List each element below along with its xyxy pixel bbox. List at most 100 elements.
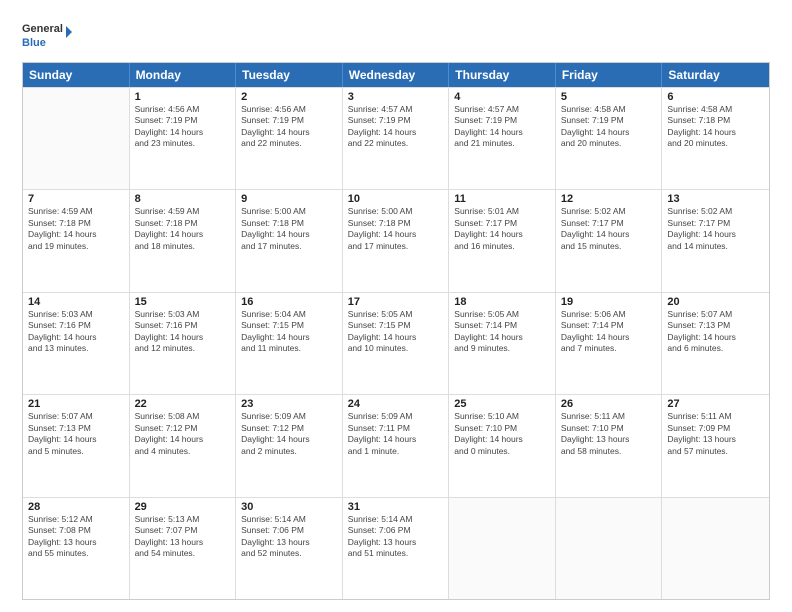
day-number: 23 (241, 398, 337, 410)
calendar-cell: 22Sunrise: 5:08 AM Sunset: 7:12 PM Dayli… (130, 395, 237, 496)
calendar-cell: 27Sunrise: 5:11 AM Sunset: 7:09 PM Dayli… (662, 395, 769, 496)
calendar-cell: 20Sunrise: 5:07 AM Sunset: 7:13 PM Dayli… (662, 293, 769, 394)
calendar-row: 28Sunrise: 5:12 AM Sunset: 7:08 PM Dayli… (23, 497, 769, 599)
day-info: Sunrise: 5:14 AM Sunset: 7:06 PM Dayligh… (241, 514, 337, 560)
day-info: Sunrise: 5:00 AM Sunset: 7:18 PM Dayligh… (241, 206, 337, 252)
calendar-cell: 5Sunrise: 4:58 AM Sunset: 7:19 PM Daylig… (556, 88, 663, 189)
day-number: 10 (348, 193, 444, 205)
day-number: 24 (348, 398, 444, 410)
day-info: Sunrise: 5:06 AM Sunset: 7:14 PM Dayligh… (561, 309, 657, 355)
logo-svg: General Blue (22, 18, 72, 54)
day-number: 15 (135, 296, 231, 308)
day-number: 1 (135, 91, 231, 103)
day-info: Sunrise: 4:56 AM Sunset: 7:19 PM Dayligh… (241, 104, 337, 150)
day-number: 19 (561, 296, 657, 308)
logo: General Blue (22, 18, 72, 54)
day-number: 26 (561, 398, 657, 410)
svg-text:General: General (22, 23, 63, 35)
calendar-cell: 29Sunrise: 5:13 AM Sunset: 7:07 PM Dayli… (130, 498, 237, 599)
day-info: Sunrise: 4:57 AM Sunset: 7:19 PM Dayligh… (454, 104, 550, 150)
day-info: Sunrise: 5:03 AM Sunset: 7:16 PM Dayligh… (28, 309, 124, 355)
day-info: Sunrise: 5:01 AM Sunset: 7:17 PM Dayligh… (454, 206, 550, 252)
calendar-body: 1 Sunrise: 4:56 AM Sunset: 7:19 PM Daylig… (23, 87, 769, 599)
day-number: 12 (561, 193, 657, 205)
day-number: 25 (454, 398, 550, 410)
weekday-header: Saturday (662, 63, 769, 87)
calendar-cell: 31Sunrise: 5:14 AM Sunset: 7:06 PM Dayli… (343, 498, 450, 599)
calendar-cell: 14Sunrise: 5:03 AM Sunset: 7:16 PM Dayli… (23, 293, 130, 394)
day-number: 21 (28, 398, 124, 410)
day-info: Sunrise: 5:03 AM Sunset: 7:16 PM Dayligh… (135, 309, 231, 355)
calendar-cell: 10Sunrise: 5:00 AM Sunset: 7:18 PM Dayli… (343, 190, 450, 291)
day-number: 28 (28, 501, 124, 513)
day-info: Sunrise: 5:13 AM Sunset: 7:07 PM Dayligh… (135, 514, 231, 560)
day-number: 8 (135, 193, 231, 205)
day-info: Sunrise: 5:11 AM Sunset: 7:10 PM Dayligh… (561, 411, 657, 457)
calendar-cell: 13Sunrise: 5:02 AM Sunset: 7:17 PM Dayli… (662, 190, 769, 291)
calendar-cell: 15Sunrise: 5:03 AM Sunset: 7:16 PM Dayli… (130, 293, 237, 394)
day-info: Sunrise: 4:58 AM Sunset: 7:19 PM Dayligh… (561, 104, 657, 150)
calendar-cell: 21Sunrise: 5:07 AM Sunset: 7:13 PM Dayli… (23, 395, 130, 496)
calendar-cell: 17Sunrise: 5:05 AM Sunset: 7:15 PM Dayli… (343, 293, 450, 394)
calendar-row: 14Sunrise: 5:03 AM Sunset: 7:16 PM Dayli… (23, 292, 769, 394)
calendar-cell: 4Sunrise: 4:57 AM Sunset: 7:19 PM Daylig… (449, 88, 556, 189)
day-info: Sunrise: 5:09 AM Sunset: 7:12 PM Dayligh… (241, 411, 337, 457)
weekday-header: Tuesday (236, 63, 343, 87)
day-info: Sunrise: 5:07 AM Sunset: 7:13 PM Dayligh… (667, 309, 764, 355)
calendar-cell (449, 498, 556, 599)
day-number: 17 (348, 296, 444, 308)
day-number: 31 (348, 501, 444, 513)
day-number: 11 (454, 193, 550, 205)
day-number: 13 (667, 193, 764, 205)
day-number: 2 (241, 91, 337, 103)
day-number: 29 (135, 501, 231, 513)
day-number: 18 (454, 296, 550, 308)
day-info: Sunrise: 5:08 AM Sunset: 7:12 PM Dayligh… (135, 411, 231, 457)
day-number: 16 (241, 296, 337, 308)
weekday-header: Monday (130, 63, 237, 87)
calendar-cell: 30Sunrise: 5:14 AM Sunset: 7:06 PM Dayli… (236, 498, 343, 599)
calendar-cell: 18Sunrise: 5:05 AM Sunset: 7:14 PM Dayli… (449, 293, 556, 394)
calendar-cell: 23Sunrise: 5:09 AM Sunset: 7:12 PM Dayli… (236, 395, 343, 496)
day-info: Sunrise: 5:05 AM Sunset: 7:15 PM Dayligh… (348, 309, 444, 355)
day-number: 30 (241, 501, 337, 513)
day-info: Sunrise: 4:59 AM Sunset: 7:18 PM Dayligh… (135, 206, 231, 252)
day-info: Sunrise: 5:07 AM Sunset: 7:13 PM Dayligh… (28, 411, 124, 457)
day-info: Sunrise: 5:02 AM Sunset: 7:17 PM Dayligh… (667, 206, 764, 252)
calendar-cell (662, 498, 769, 599)
calendar-row: 1 Sunrise: 4:56 AM Sunset: 7:19 PM Daylig… (23, 87, 769, 189)
day-number: 6 (667, 91, 764, 103)
weekday-header: Thursday (449, 63, 556, 87)
calendar-cell: 8Sunrise: 4:59 AM Sunset: 7:18 PM Daylig… (130, 190, 237, 291)
svg-text:Blue: Blue (22, 37, 46, 49)
calendar-row: 7Sunrise: 4:59 AM Sunset: 7:18 PM Daylig… (23, 189, 769, 291)
day-info: Sunrise: 5:10 AM Sunset: 7:10 PM Dayligh… (454, 411, 550, 457)
day-number: 14 (28, 296, 124, 308)
calendar-cell (556, 498, 663, 599)
calendar-cell: 24Sunrise: 5:09 AM Sunset: 7:11 PM Dayli… (343, 395, 450, 496)
weekday-header: Sunday (23, 63, 130, 87)
calendar-cell: 26Sunrise: 5:11 AM Sunset: 7:10 PM Dayli… (556, 395, 663, 496)
calendar-cell: 2Sunrise: 4:56 AM Sunset: 7:19 PM Daylig… (236, 88, 343, 189)
day-info: Sunrise: 5:04 AM Sunset: 7:15 PM Dayligh… (241, 309, 337, 355)
day-number: 9 (241, 193, 337, 205)
calendar-row: 21Sunrise: 5:07 AM Sunset: 7:13 PM Dayli… (23, 394, 769, 496)
day-info: Sunrise: 5:09 AM Sunset: 7:11 PM Dayligh… (348, 411, 444, 457)
calendar-cell: 1Sunrise: 4:56 AM Sunset: 7:19 PM Daylig… (130, 88, 237, 189)
day-number: 5 (561, 91, 657, 103)
day-info: Sunrise: 5:02 AM Sunset: 7:17 PM Dayligh… (561, 206, 657, 252)
calendar-cell: 12Sunrise: 5:02 AM Sunset: 7:17 PM Dayli… (556, 190, 663, 291)
day-info: Sunrise: 4:57 AM Sunset: 7:19 PM Dayligh… (348, 104, 444, 150)
calendar-cell: 7Sunrise: 4:59 AM Sunset: 7:18 PM Daylig… (23, 190, 130, 291)
weekday-header: Wednesday (343, 63, 450, 87)
calendar-header: SundayMondayTuesdayWednesdayThursdayFrid… (23, 63, 769, 87)
calendar-cell (23, 88, 130, 189)
day-info: Sunrise: 5:00 AM Sunset: 7:18 PM Dayligh… (348, 206, 444, 252)
calendar-cell: 25Sunrise: 5:10 AM Sunset: 7:10 PM Dayli… (449, 395, 556, 496)
calendar-cell: 9Sunrise: 5:00 AM Sunset: 7:18 PM Daylig… (236, 190, 343, 291)
day-number: 22 (135, 398, 231, 410)
calendar-cell: 11Sunrise: 5:01 AM Sunset: 7:17 PM Dayli… (449, 190, 556, 291)
calendar-cell: 19Sunrise: 5:06 AM Sunset: 7:14 PM Dayli… (556, 293, 663, 394)
day-number: 27 (667, 398, 764, 410)
day-number: 3 (348, 91, 444, 103)
